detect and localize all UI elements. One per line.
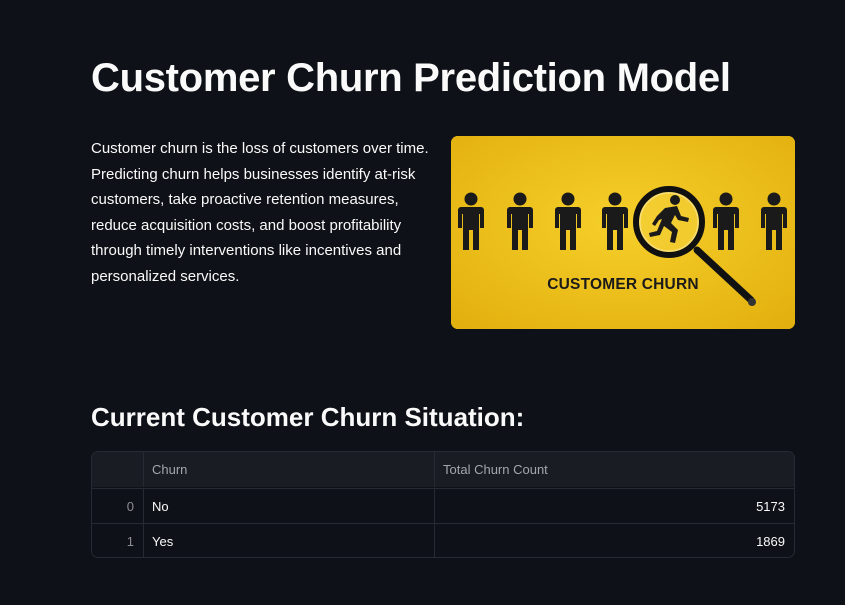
churn-cell[interactable]: Yes — [143, 524, 434, 557]
header-churn-cell[interactable]: Churn — [143, 452, 434, 487]
intro-paragraph: Customer churn is the loss of customers … — [91, 140, 429, 285]
row-index: 0 — [126, 499, 134, 514]
customer-churn-image: CUSTOMER CHURN — [451, 136, 795, 329]
table-row[interactable]: 1 Yes 1869 — [92, 523, 794, 557]
app-container: Customer Churn Prediction Model Customer… — [0, 0, 845, 605]
count-cell[interactable]: 1869 — [434, 524, 794, 557]
count-cell[interactable]: 5173 — [434, 489, 794, 524]
churn-cell[interactable]: No — [143, 489, 434, 524]
page-title: Customer Churn Prediction Model — [91, 56, 731, 100]
section-title: Current Customer Churn Situation: — [91, 402, 525, 432]
header-count-cell[interactable]: Total Churn Count — [434, 452, 794, 487]
table-header-row: Churn Total Churn Count — [92, 452, 794, 487]
image-caption: CUSTOMER CHURN — [547, 276, 699, 293]
row-index: 1 — [126, 534, 134, 549]
table-row[interactable]: 0 No 5173 — [92, 488, 794, 524]
header-index-cell — [92, 452, 143, 487]
churn-table[interactable]: Churn Total Churn Count 0 No 5173 1 Yes … — [91, 451, 795, 558]
